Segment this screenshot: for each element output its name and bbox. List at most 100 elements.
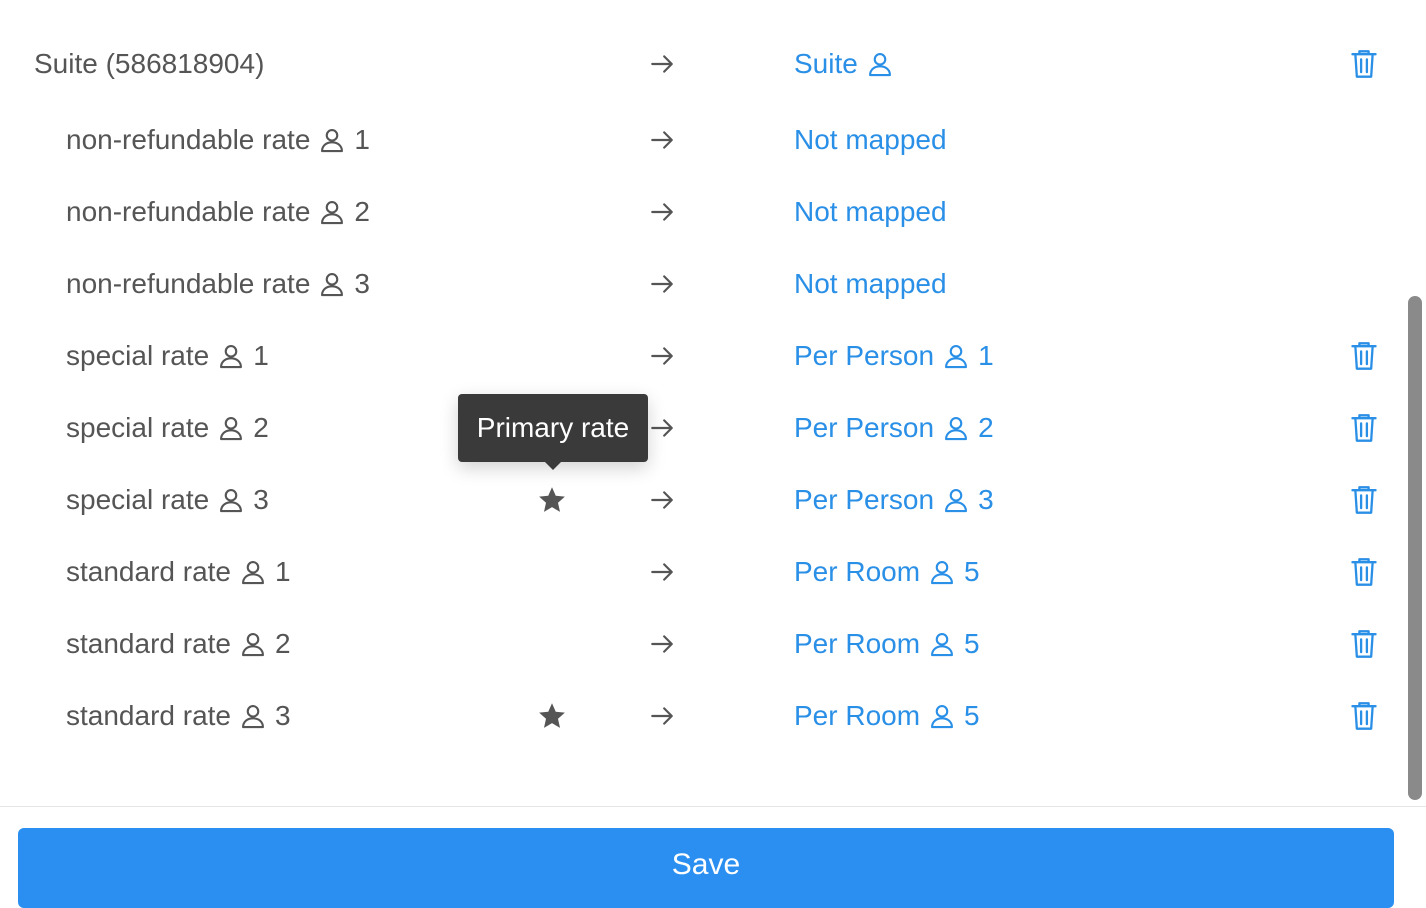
rate-source: non-refundable rate 1 xyxy=(66,104,370,176)
person-icon xyxy=(868,53,891,77)
rate-source-label: standard rate xyxy=(66,628,231,659)
person-icon xyxy=(321,273,344,297)
rate-target-label: Not mapped xyxy=(794,196,947,227)
rate-target-link[interactable]: Not mapped xyxy=(794,248,947,320)
source-occupancy: 3 xyxy=(253,484,269,515)
arrow-right-icon xyxy=(651,491,673,509)
rate-target-label: Per Room xyxy=(794,556,921,587)
trash-icon[interactable] xyxy=(1350,557,1378,587)
rate-row: non-refundable rate 2 Not mapped xyxy=(0,176,1400,248)
primary-rate-tooltip: Primary rate xyxy=(458,394,648,470)
rate-row: special rate 1 Per Person 1 xyxy=(0,320,1400,392)
target-occupancy: 3 xyxy=(978,484,994,515)
rate-source: standard rate 3 xyxy=(66,680,291,752)
person-icon xyxy=(945,489,968,513)
scrollbar-thumb[interactable] xyxy=(1408,296,1422,800)
rate-target-link[interactable]: Per Person 1 xyxy=(794,320,994,392)
rate-source: special rate 3 xyxy=(66,464,269,536)
primary-rate-star-icon[interactable] xyxy=(537,485,567,515)
source-occupancy: 3 xyxy=(275,700,291,731)
tooltip-text: Primary rate xyxy=(476,412,630,443)
rate-target-label: Per Person xyxy=(794,484,935,515)
person-icon xyxy=(220,345,243,369)
rate-target-label: Not mapped xyxy=(794,268,947,299)
trash-icon[interactable] xyxy=(1350,701,1378,731)
person-icon xyxy=(321,201,344,225)
room-target-link[interactable]: Suite xyxy=(794,28,894,100)
rate-row: non-refundable rate 3 Not mapped xyxy=(0,248,1400,320)
rate-row: standard rate 3 Per Room 5 xyxy=(0,680,1400,752)
rate-target-label: Per Room xyxy=(794,628,921,659)
source-occupancy: 2 xyxy=(253,412,269,443)
rate-row: non-refundable rate 1 Not mapped xyxy=(0,104,1400,176)
person-icon xyxy=(931,633,954,657)
room-source-label: Suite (586818904) xyxy=(34,48,265,79)
rate-source-label: non-refundable rate xyxy=(66,268,311,299)
rate-source-label: non-refundable rate xyxy=(66,196,311,227)
arrow-right-icon xyxy=(651,635,673,653)
person-icon xyxy=(220,417,243,441)
source-occupancy: 2 xyxy=(275,628,291,659)
target-occupancy: 2 xyxy=(978,412,994,443)
rate-source-label: special rate xyxy=(66,484,210,515)
person-icon xyxy=(220,489,243,513)
trash-icon[interactable] xyxy=(1350,629,1378,659)
arrow-right-icon xyxy=(651,131,673,149)
rate-source: special rate 2 xyxy=(66,392,269,464)
rate-row: special rate 3 Per Person 3 xyxy=(0,464,1400,536)
source-occupancy: 3 xyxy=(354,268,370,299)
person-icon xyxy=(945,417,968,441)
arrow-right-icon xyxy=(651,55,673,73)
save-button[interactable]: Save xyxy=(18,828,1394,908)
rate-target-label: Not mapped xyxy=(794,124,947,155)
footer-divider xyxy=(0,806,1426,807)
rate-source-label: standard rate xyxy=(66,700,231,731)
person-icon xyxy=(321,129,344,153)
room-row: Suite (586818904) Suite xyxy=(0,28,1400,100)
target-occupancy: 5 xyxy=(964,556,980,587)
arrow-right-icon xyxy=(651,563,673,581)
room-target-label: Suite xyxy=(794,48,858,79)
rate-target-link[interactable]: Not mapped xyxy=(794,176,947,248)
rate-target-label: Per Room xyxy=(794,700,921,731)
rate-source: special rate 1 xyxy=(66,320,269,392)
rate-source-label: special rate xyxy=(66,412,210,443)
rate-row: standard rate 1 Per Room 5 xyxy=(0,536,1400,608)
target-occupancy: 5 xyxy=(964,628,980,659)
arrow-right-icon xyxy=(651,203,673,221)
person-icon xyxy=(931,561,954,585)
rate-row: standard rate 2 Per Room 5 xyxy=(0,608,1400,680)
rate-row: special rate 2 Per Person 2 xyxy=(0,392,1400,464)
arrow-right-icon xyxy=(651,419,673,437)
arrow-right-icon xyxy=(651,275,673,293)
person-icon xyxy=(242,633,264,657)
rate-target-label: Per Person xyxy=(794,340,935,371)
rate-target-link[interactable]: Per Room 5 xyxy=(794,536,980,608)
trash-icon[interactable] xyxy=(1350,341,1378,371)
primary-rate-star-icon[interactable] xyxy=(537,701,567,731)
rate-target-link[interactable]: Per Room 5 xyxy=(794,608,980,680)
rate-source-label: non-refundable rate xyxy=(66,124,311,155)
rate-target-link[interactable]: Not mapped xyxy=(794,104,947,176)
trash-icon[interactable] xyxy=(1350,485,1378,515)
source-occupancy: 1 xyxy=(275,556,291,587)
rate-target-link[interactable]: Per Room 5 xyxy=(794,680,980,752)
person-icon xyxy=(945,345,968,369)
tooltip-pointer xyxy=(545,462,561,470)
rate-target-link[interactable]: Per Person 3 xyxy=(794,464,994,536)
source-occupancy: 1 xyxy=(253,340,269,371)
arrow-right-icon xyxy=(651,347,673,365)
trash-icon[interactable] xyxy=(1350,413,1378,443)
source-occupancy: 1 xyxy=(354,124,370,155)
rate-source: standard rate 1 xyxy=(66,536,291,608)
rate-target-link[interactable]: Per Person 2 xyxy=(794,392,994,464)
delete-room-mapping-trash-icon[interactable] xyxy=(1350,49,1378,79)
rate-target-label: Per Person xyxy=(794,412,935,443)
rate-source-label: standard rate xyxy=(66,556,231,587)
rate-source: standard rate 2 xyxy=(66,608,291,680)
person-icon xyxy=(242,705,264,729)
target-occupancy: 1 xyxy=(978,340,994,371)
target-occupancy: 5 xyxy=(964,700,980,731)
rate-source: non-refundable rate 2 xyxy=(66,176,370,248)
rate-source: non-refundable rate 3 xyxy=(66,248,370,320)
